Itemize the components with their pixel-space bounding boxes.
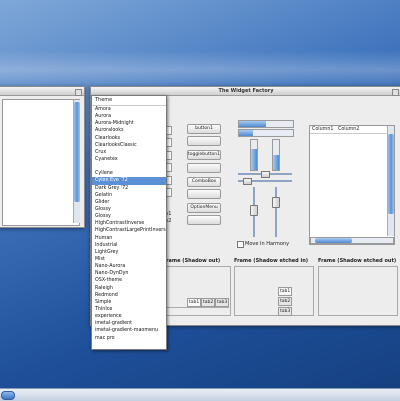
slider-knob[interactable]	[243, 178, 252, 185]
tree-horizontal-scrollbar[interactable]	[310, 237, 394, 244]
horizontal-progress-bar	[238, 129, 294, 137]
tab-3[interactable]: tab3	[215, 298, 230, 307]
theme-option[interactable]: Mist	[92, 256, 166, 263]
theme-option[interactable]: imetal-gradient	[92, 320, 166, 327]
start-menu-icon[interactable]	[1, 391, 15, 400]
disabled-toggle-button[interactable]	[187, 163, 221, 173]
desktop-highlight	[0, 50, 400, 90]
disabled-button[interactable]	[187, 136, 221, 146]
theme-option[interactable]	[92, 163, 166, 170]
tab-2[interactable]: tab2	[201, 298, 216, 307]
tree-view-header: Column1 Column2	[310, 126, 394, 134]
slider-knob[interactable]	[261, 171, 270, 178]
window-title: The Widget Factory	[218, 88, 274, 94]
tab-2[interactable]: tab2	[278, 297, 293, 306]
progress-fill	[239, 121, 266, 127]
background-window[interactable]	[0, 86, 85, 228]
frame-label: Frame (Shadow out)	[163, 258, 221, 264]
theme-option[interactable]: experience	[92, 313, 166, 320]
theme-option[interactable]: Industrial	[92, 242, 166, 249]
theme-option[interactable]: imetal-gradient-maomenu	[92, 327, 166, 334]
theme-option[interactable]: Aurora	[92, 113, 166, 120]
theme-option[interactable]: Crux	[92, 149, 166, 156]
theme-option[interactable]: Glossy	[92, 213, 166, 220]
theme-option[interactable]: mac pro	[92, 335, 166, 342]
vertical-slider[interactable]	[275, 187, 277, 237]
harmony-checkbox[interactable]	[237, 241, 244, 248]
scrollbar-thumb[interactable]	[315, 238, 352, 243]
tab-3[interactable]: tab3	[278, 307, 293, 316]
background-window-list[interactable]	[2, 99, 80, 226]
theme-option[interactable]: Aurora-Midnight	[92, 120, 166, 127]
close-icon[interactable]	[392, 88, 399, 96]
taskbar	[0, 388, 400, 401]
theme-option[interactable]: Gelatin	[92, 192, 166, 199]
notebook-left	[163, 307, 229, 320]
progress-fill	[251, 149, 257, 170]
theme-option[interactable]: HighContrastLargePrintInverse	[92, 227, 166, 234]
close-icon[interactable]	[75, 88, 82, 96]
theme-option[interactable]: ClearlooksClassic	[92, 142, 166, 149]
theme-option[interactable]: Nano-DynDyn	[92, 270, 166, 277]
tab-1[interactable]: tab1	[278, 287, 293, 296]
theme-option[interactable]: Glider	[92, 199, 166, 206]
theme-option[interactable]: Cylon Eve '72	[92, 177, 166, 185]
toggle-button[interactable]: togglebutton1	[187, 150, 221, 160]
theme-option[interactable]: Nano-Aurora	[92, 263, 166, 270]
harmony-label: Move In Harmony	[245, 241, 290, 247]
scrollbar-thumb[interactable]	[388, 134, 394, 214]
frame-shadow-etched-out	[318, 266, 398, 316]
theme-option[interactable]: HighContrastInverse	[92, 220, 166, 227]
vertical-progress-bar	[272, 139, 280, 171]
background-window-titlebar[interactable]	[0, 87, 84, 96]
theme-option[interactable]: Auroralooks	[92, 127, 166, 134]
theme-dropdown[interactable]: Theme Amora Aurora Aurora-Midnight Auroralo…	[91, 95, 167, 350]
column-header[interactable]: Column1	[310, 127, 333, 132]
disabled-option-menu[interactable]	[187, 215, 221, 225]
theme-option[interactable]: ThinIce	[92, 306, 166, 313]
theme-dropdown-title: Theme	[92, 96, 166, 106]
button1[interactable]: button1	[187, 124, 221, 134]
theme-option[interactable]: OSX-theme	[92, 277, 166, 284]
progress-fill	[239, 130, 253, 136]
theme-option[interactable]: LightGrey	[92, 249, 166, 256]
theme-option[interactable]: Raleigh	[92, 285, 166, 292]
theme-list[interactable]: Amora Aurora Aurora-Midnight Auroralooks Cle…	[92, 106, 166, 342]
disabled-combo-box[interactable]	[187, 189, 221, 199]
theme-option[interactable]: Glossy	[92, 206, 166, 213]
frame-label: Frame (Shadow etched in)	[234, 258, 309, 264]
theme-option[interactable]: Amora	[92, 106, 166, 113]
combo-box[interactable]: ComboBox	[187, 177, 221, 187]
theme-option[interactable]: Redmond	[92, 292, 166, 299]
slider-knob[interactable]	[250, 205, 258, 216]
vertical-scrollbar[interactable]	[73, 100, 80, 223]
theme-option[interactable]: Cyllene	[92, 170, 166, 177]
theme-option[interactable]: Simple	[92, 299, 166, 306]
tab-1[interactable]: tab1	[187, 298, 202, 307]
option-menu[interactable]: OptionMenu	[187, 203, 221, 213]
column-header[interactable]: Column2	[335, 127, 359, 132]
progress-fill	[273, 155, 279, 170]
tree-vertical-scrollbar[interactable]	[387, 126, 394, 236]
frame-label: Frame (Shadow etched out)	[318, 258, 397, 264]
theme-option[interactable]: Clearlooks	[92, 135, 166, 142]
frame-shadow-etched-in	[234, 266, 314, 316]
vertical-progress-bar	[250, 139, 258, 171]
theme-option[interactable]: Human	[92, 235, 166, 242]
scrollbar-thumb[interactable]	[74, 102, 80, 202]
slider-knob[interactable]	[272, 197, 280, 208]
theme-option[interactable]: Dark Grey '72	[92, 185, 166, 192]
horizontal-progress-bar	[238, 120, 294, 128]
theme-option[interactable]: Cyanetex	[92, 156, 166, 163]
tree-view[interactable]: Column1 Column2	[309, 125, 395, 245]
